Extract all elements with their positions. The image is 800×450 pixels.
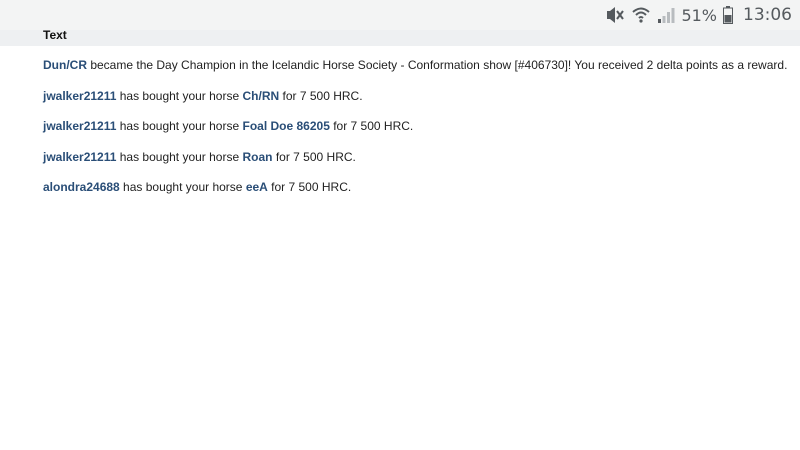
message-text: has bought your horse: [116, 88, 243, 103]
mute-icon: [605, 4, 625, 26]
user-link[interactable]: jwalker21211: [43, 119, 116, 133]
horse-link[interactable]: eeA: [246, 180, 268, 194]
message-text: has bought your horse: [116, 119, 243, 133]
user-link[interactable]: alondra24688: [43, 180, 120, 194]
message-text: for 7 500 HRC.: [267, 180, 352, 194]
clock-time: 13:06: [743, 5, 792, 25]
message-row: jwalker21211 has bought your horse Foal …: [43, 119, 793, 150]
user-link[interactable]: jwalker21211: [43, 150, 116, 164]
message-list: Dun/CR became the Day Champion in the Ic…: [43, 58, 793, 211]
message-row: Dun/CR became the Day Champion in the Ic…: [43, 58, 793, 89]
message-row: jwalker21211 has bought your horse Roan …: [43, 150, 793, 181]
message-row: jwalker21211 has bought your horse Ch/RN…: [43, 89, 793, 120]
signal-icon: [657, 4, 675, 26]
wifi-icon: [631, 4, 651, 26]
message-text: for 7 500 HRC.: [272, 149, 356, 164]
horse-link[interactable]: Ch/RN: [243, 89, 280, 103]
table-header-strip: [0, 30, 800, 46]
battery-percent: 51%: [681, 5, 717, 25]
horse-link[interactable]: Roan: [243, 150, 273, 164]
status-bar: 51% 13:06: [0, 0, 800, 30]
horse-link[interactable]: Foal Doe 86205: [243, 119, 330, 133]
message-text: for 7 500 HRC.: [279, 88, 363, 103]
message-text: for 7 500 HRC.: [329, 119, 414, 133]
battery-icon: [723, 4, 733, 26]
message-row: alondra24688 has bought your horse eeA f…: [43, 180, 793, 211]
column-header-text: Text: [43, 28, 67, 42]
horse-link[interactable]: Dun/CR: [43, 58, 87, 72]
message-text: has bought your horse: [116, 149, 243, 164]
message-text: became the Day Champion in the Icelandic…: [87, 58, 788, 72]
message-text: has bought your horse: [119, 180, 246, 194]
user-link[interactable]: jwalker21211: [43, 89, 116, 103]
